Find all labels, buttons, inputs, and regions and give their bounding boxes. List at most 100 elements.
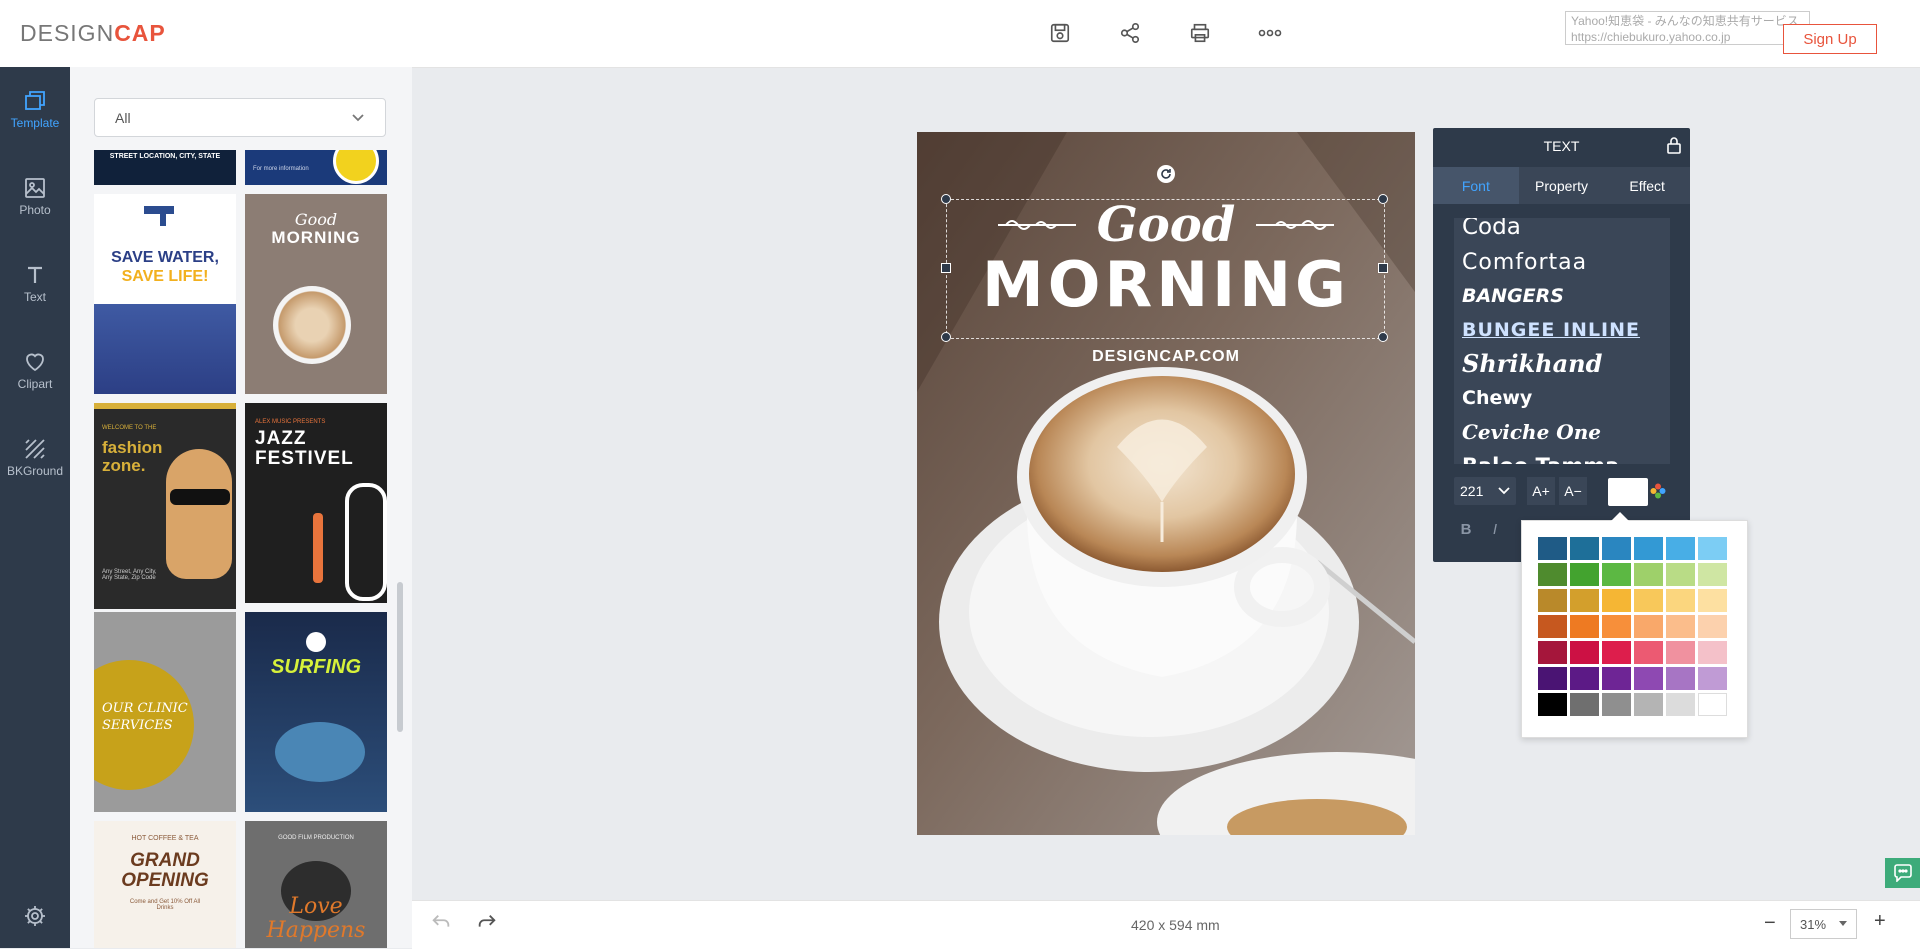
sign-up-button[interactable]: Sign Up bbox=[1783, 24, 1877, 54]
color-swatch[interactable] bbox=[1634, 641, 1663, 664]
headline-site[interactable]: DESIGNCAP.COM bbox=[917, 348, 1415, 366]
color-swatch[interactable] bbox=[1666, 641, 1695, 664]
template-category-select[interactable]: All bbox=[94, 98, 386, 137]
font-item-selected[interactable]: BUNGEE INLINE bbox=[1454, 313, 1670, 347]
color-palette-icon[interactable] bbox=[1650, 483, 1666, 504]
resize-handle-se[interactable] bbox=[1378, 332, 1388, 342]
color-swatch[interactable] bbox=[1634, 537, 1663, 560]
browser-autocomplete-popup[interactable]: Yahoo!知恵袋 - みんなの知恵共有サービス https://chiebuk… bbox=[1565, 11, 1810, 45]
more-icon[interactable] bbox=[1255, 18, 1285, 48]
color-swatch[interactable] bbox=[1666, 693, 1695, 716]
font-item[interactable]: Chewy bbox=[1454, 381, 1670, 415]
color-swatch[interactable] bbox=[1538, 641, 1567, 664]
bold-button[interactable]: B bbox=[1454, 515, 1478, 543]
headline-good[interactable]: Good bbox=[917, 197, 1415, 253]
color-swatch[interactable] bbox=[1570, 667, 1599, 690]
design-canvas[interactable]: Good MORNING DESIGNCAP.COM bbox=[917, 132, 1415, 835]
lock-icon[interactable] bbox=[1666, 136, 1682, 159]
color-swatch[interactable] bbox=[1538, 537, 1567, 560]
color-swatch[interactable] bbox=[1698, 667, 1727, 690]
color-swatch[interactable] bbox=[1698, 563, 1727, 586]
color-swatch[interactable] bbox=[1602, 693, 1631, 716]
color-swatch[interactable] bbox=[1570, 641, 1599, 664]
tab-property[interactable]: Property bbox=[1518, 167, 1605, 204]
color-swatch[interactable] bbox=[1666, 537, 1695, 560]
color-swatch[interactable] bbox=[1538, 589, 1567, 612]
increase-font-button[interactable]: A+ bbox=[1527, 477, 1555, 505]
template-scrollbar[interactable] bbox=[397, 582, 403, 732]
color-swatch[interactable] bbox=[1570, 615, 1599, 638]
color-swatch[interactable] bbox=[1602, 641, 1631, 664]
color-swatch[interactable] bbox=[1570, 537, 1599, 560]
color-swatch[interactable] bbox=[1698, 693, 1727, 716]
color-swatch[interactable] bbox=[1634, 563, 1663, 586]
color-swatch[interactable] bbox=[1570, 693, 1599, 716]
color-swatch[interactable] bbox=[1570, 589, 1599, 612]
font-item[interactable]: Ceviche One bbox=[1454, 415, 1670, 449]
color-swatch[interactable] bbox=[1634, 615, 1663, 638]
template-thumb-volleyball[interactable]: For more information bbox=[245, 150, 387, 185]
color-swatch[interactable] bbox=[1698, 537, 1727, 560]
designcap-logo[interactable]: DESIGNCAP bbox=[20, 20, 166, 47]
resize-handle-w[interactable] bbox=[941, 263, 951, 273]
nav-clipart[interactable]: Clipart bbox=[0, 350, 70, 420]
template-thumb-surfing[interactable]: SURFING bbox=[245, 612, 387, 812]
font-item[interactable]: BANGERS bbox=[1454, 279, 1670, 313]
color-swatch[interactable] bbox=[1538, 667, 1567, 690]
nav-text[interactable]: Text bbox=[0, 263, 70, 333]
color-swatch[interactable] bbox=[1666, 563, 1695, 586]
color-swatch[interactable] bbox=[1698, 615, 1727, 638]
template-thumb-jazz-festival[interactable]: ALEX MUSIC PRESENTS JAZZ FESTIVEL bbox=[245, 403, 387, 603]
color-swatch[interactable] bbox=[1538, 615, 1567, 638]
color-swatch[interactable] bbox=[1602, 537, 1631, 560]
save-icon[interactable] bbox=[1045, 18, 1075, 48]
redo-icon[interactable] bbox=[476, 912, 498, 939]
template-thumb-grand-opening[interactable]: HOT COFFEE & TEA GRAND OPENING Come and G… bbox=[94, 821, 236, 948]
resize-handle-nw[interactable] bbox=[941, 194, 951, 204]
color-swatch[interactable] bbox=[1634, 667, 1663, 690]
resize-handle-ne[interactable] bbox=[1378, 194, 1388, 204]
color-swatch[interactable] bbox=[1538, 563, 1567, 586]
zoom-select[interactable]: 31% bbox=[1790, 909, 1857, 939]
print-icon[interactable] bbox=[1185, 18, 1215, 48]
template-thumb-love-happens[interactable]: GOOD FILM PRODUCTION Love Happens bbox=[245, 821, 387, 948]
nav-photo[interactable]: Photo bbox=[0, 176, 70, 246]
template-thumb-location[interactable]: STREET LOCATION, CITY, STATE bbox=[94, 150, 236, 185]
color-swatch[interactable] bbox=[1602, 589, 1631, 612]
color-swatch[interactable] bbox=[1634, 589, 1663, 612]
tab-font[interactable]: Font bbox=[1433, 167, 1519, 204]
font-list[interactable]: Coda Comfortaa BANGERS BUNGEE INLINE Shr… bbox=[1454, 218, 1670, 464]
resize-handle-e[interactable] bbox=[1378, 263, 1388, 273]
color-swatch[interactable] bbox=[1666, 589, 1695, 612]
color-swatch[interactable] bbox=[1602, 667, 1631, 690]
rotate-handle-icon[interactable] bbox=[1157, 165, 1175, 183]
color-swatch[interactable] bbox=[1698, 589, 1727, 612]
font-size-select[interactable]: 221 bbox=[1454, 477, 1516, 505]
font-item[interactable]: Shrikhand bbox=[1454, 347, 1670, 381]
font-item[interactable]: Coda bbox=[1454, 218, 1670, 246]
font-item[interactable]: Comfortaa bbox=[1454, 246, 1670, 279]
zoom-in-button[interactable]: + bbox=[1874, 910, 1886, 933]
color-swatch[interactable] bbox=[1538, 693, 1567, 716]
color-swatch[interactable] bbox=[1698, 641, 1727, 664]
color-swatch[interactable] bbox=[1602, 615, 1631, 638]
resize-handle-sw[interactable] bbox=[941, 332, 951, 342]
text-color-button[interactable] bbox=[1608, 478, 1648, 506]
template-thumb-good-morning[interactable]: Good MORNING bbox=[245, 194, 387, 394]
undo-icon[interactable] bbox=[430, 912, 452, 939]
color-swatch[interactable] bbox=[1666, 667, 1695, 690]
headline-morning[interactable]: MORNING bbox=[917, 250, 1415, 320]
nav-template[interactable]: Template bbox=[0, 89, 70, 159]
template-thumb-save-water[interactable]: SAVE WATER, SAVE LIFE! bbox=[94, 194, 236, 394]
template-thumb-fashion-zone[interactable]: WELCOME TO THE fashion zone. Any Street, … bbox=[94, 403, 236, 609]
font-item[interactable]: Baloo Tamma bbox=[1454, 449, 1670, 464]
share-icon[interactable] bbox=[1115, 18, 1145, 48]
italic-button[interactable]: I bbox=[1483, 515, 1507, 543]
color-swatch[interactable] bbox=[1634, 693, 1663, 716]
zoom-out-button[interactable]: − bbox=[1764, 912, 1776, 935]
color-swatch[interactable] bbox=[1666, 615, 1695, 638]
template-thumb-clinic-services[interactable]: OUR CLINIC SERVICES bbox=[94, 612, 236, 812]
chat-support-icon[interactable] bbox=[1885, 858, 1920, 888]
color-swatch[interactable] bbox=[1570, 563, 1599, 586]
color-swatch[interactable] bbox=[1602, 563, 1631, 586]
